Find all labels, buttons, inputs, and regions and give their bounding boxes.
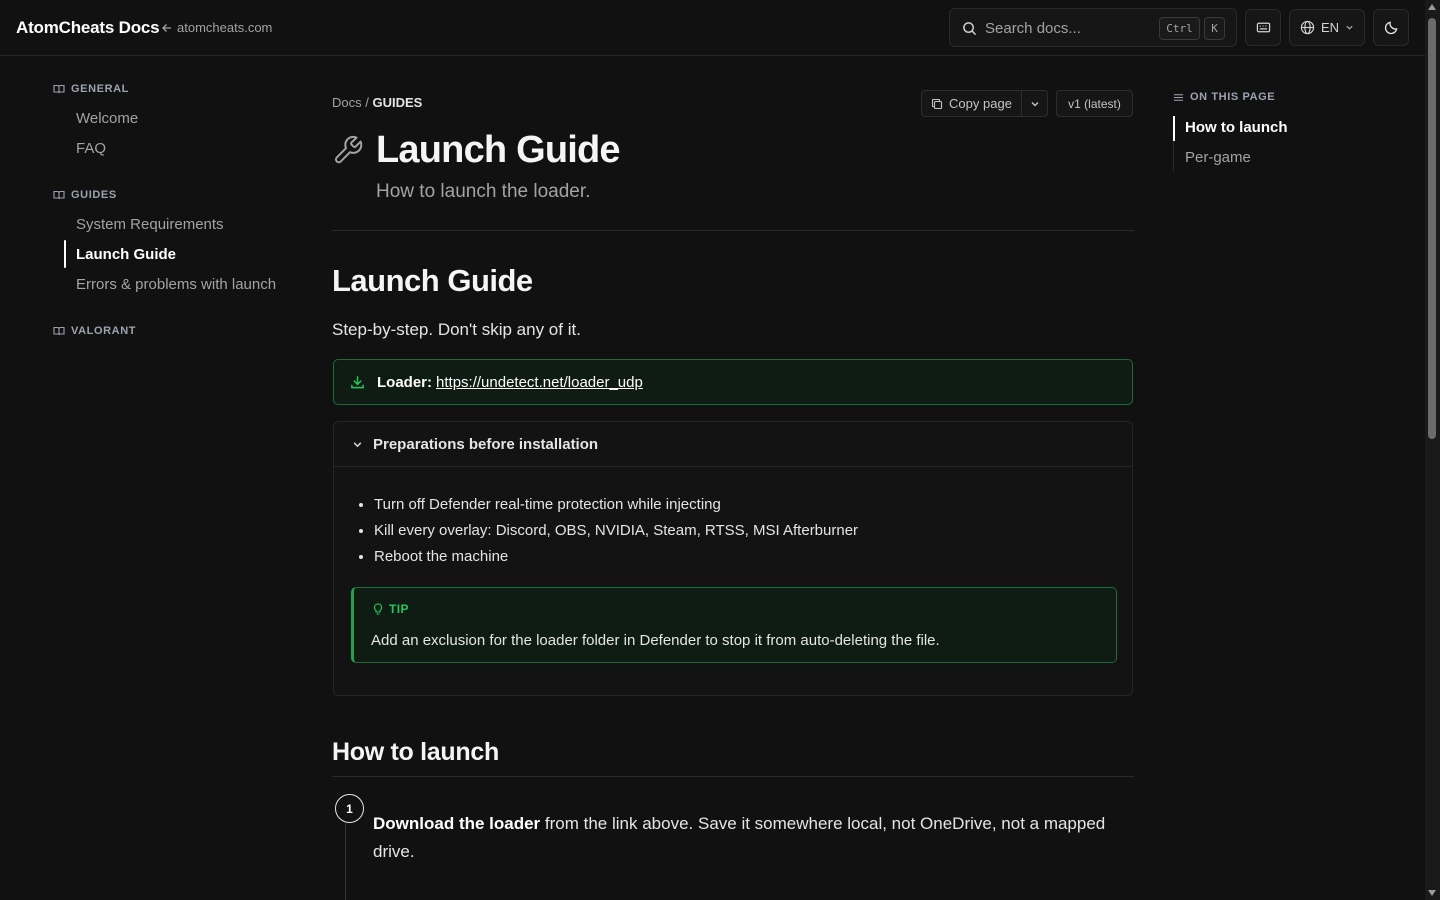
toc-active-indicator [1173,116,1175,141]
book-icon [53,326,65,336]
brand-logo[interactable]: AtomCheats Docs [16,18,160,38]
wrench-icon [334,135,363,164]
chevron-down-icon [1346,25,1353,30]
chevron-down-icon [1031,101,1038,106]
sidebar-active-indicator [64,240,66,268]
kbd-ctrl: Ctrl [1159,17,1200,40]
arrow-left-icon [162,23,171,32]
list-item: Turn off Defender real-time protection w… [374,495,858,521]
language-label: EN [1320,20,1340,35]
toc-title: ON THIS PAGE [1173,91,1275,103]
step-connector [345,823,346,900]
lead-paragraph: Step-by-step. Don't skip any of it. [332,320,581,339]
chevron-down-icon [353,441,362,447]
back-to-site-link[interactable]: atomcheats.com [162,20,272,35]
heading-divider [332,776,1134,777]
sidebar-item-launch-guide[interactable]: Launch Guide [76,246,176,263]
toc-title-label: ON THIS PAGE [1190,91,1276,103]
loader-label: Loader: [377,373,433,391]
sidebar-item-faq[interactable]: FAQ [76,140,106,157]
back-link-label: atomcheats.com [177,20,273,35]
tip-label: TIP [389,602,409,616]
loader-text: Loader: https://undetect.net/loader_udp [377,374,643,391]
search-input[interactable]: Search docs... Ctrl K [949,8,1237,47]
sidebar-group-guides: GUIDES [53,189,117,201]
collapsible-header[interactable]: Preparations before installation [334,422,1132,467]
sidebar-group-general: GENERAL [53,83,129,95]
tip-header: TIP [372,602,409,616]
prep-list: Turn off Defender real-time protection w… [374,495,858,573]
sidebar-group-label: GUIDES [71,189,117,201]
sidebar-group-label: GENERAL [71,83,129,95]
toc-item-per-game[interactable]: Per-game [1185,149,1251,166]
copy-page-dropdown[interactable] [1022,90,1048,117]
tip-text: Add an exclusion for the loader folder i… [371,632,940,649]
version-selector[interactable]: v1 (latest) [1056,90,1133,117]
copy-page-button[interactable]: Copy page [921,90,1022,117]
page-title: Launch Guide [376,129,621,171]
step-number-badge: 1 [335,794,364,823]
copy-icon [931,98,943,109]
list-item: Reboot the machine [374,547,858,573]
scroll-down-arrow-icon[interactable] [1428,890,1436,896]
title-divider [332,230,1134,231]
collapsible-title: Preparations before installation [373,435,599,453]
breadcrumb-separator: / [365,95,369,110]
toc-item-how-to-launch[interactable]: How to launch [1185,119,1288,136]
globe-icon [1300,20,1315,35]
moon-icon [1384,21,1397,35]
lightbulb-icon [373,602,383,615]
breadcrumb-root[interactable]: Docs [332,95,362,110]
page-subtitle: How to launch the loader. [376,181,591,202]
copy-page-label: Copy page [949,96,1012,111]
breadcrumb: Docs / GUIDES [332,95,422,110]
search-icon [963,22,977,36]
step-bold: Download the loader [373,814,541,833]
sidebar-group-label: VALORANT [71,325,137,337]
breadcrumb-current: GUIDES [372,95,423,110]
tip-callout: TIP Add an exclusion for the loader fold… [351,587,1117,663]
sidebar-nav: GENERAL Welcome FAQ GUIDES System Requir… [0,56,300,900]
step-text: Download the loader from the link above.… [373,810,1123,866]
copy-page-group: Copy page [921,90,1048,117]
page-scrollbar[interactable] [1425,0,1440,900]
list-item: Kill every overlay: Discord, OBS, NVIDIA… [374,521,858,547]
sidebar-item-errors[interactable]: Errors & problems with launch [76,276,276,293]
keyboard-icon [1256,22,1270,33]
top-header: AtomCheats Docs atomcheats.com Search do… [0,0,1425,56]
loader-callout: Loader: https://undetect.net/loader_udp [333,359,1133,405]
loader-link[interactable]: https://undetect.net/loader_udp [436,374,643,391]
book-icon [53,190,65,200]
language-selector[interactable]: EN [1289,9,1365,46]
sidebar-group-valorant[interactable]: VALORANT [53,325,136,337]
kbd-k: K [1204,17,1225,40]
how-to-launch-heading: How to launch [332,738,499,766]
scroll-up-arrow-icon[interactable] [1428,4,1436,10]
scrollbar-thumb[interactable] [1428,18,1436,439]
theme-toggle-button[interactable] [1373,9,1409,46]
section-heading: Launch Guide [332,263,533,298]
list-icon [1173,93,1184,101]
book-icon [53,84,65,94]
keyboard-shortcuts-button[interactable] [1245,9,1281,46]
preparations-collapsible: Preparations before installation Turn of… [333,421,1133,696]
sidebar-item-system-requirements[interactable]: System Requirements [76,216,224,233]
sidebar-item-welcome[interactable]: Welcome [76,110,138,127]
download-icon [351,375,364,388]
search-placeholder: Search docs... [985,20,1081,37]
